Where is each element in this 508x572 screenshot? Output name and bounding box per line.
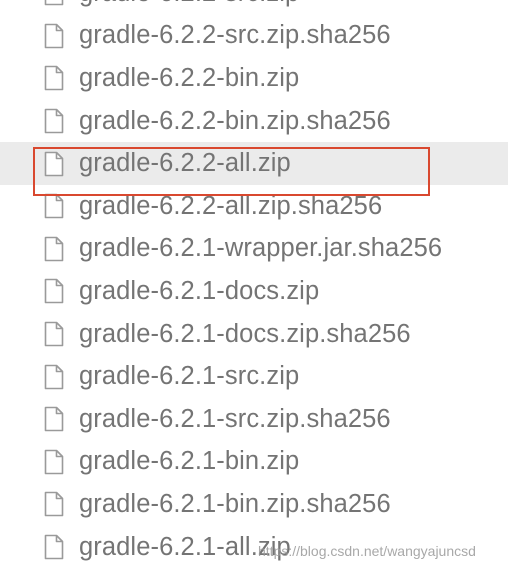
file-row[interactable]: gradle-6.2.2-src.zip.sha256 xyxy=(0,15,508,58)
file-icon xyxy=(44,491,64,517)
file-row[interactable]: gradle-6.2.2-bin.zip xyxy=(0,57,508,100)
file-icon xyxy=(44,193,64,219)
file-row[interactable]: gradle-6.2.2-bin.zip.sha256 xyxy=(0,100,508,143)
file-row[interactable]: gradle-6.2.2-all.zip.sha256 xyxy=(0,185,508,228)
file-icon xyxy=(44,321,64,347)
file-name-link[interactable]: gradle-6.2.1-src.zip xyxy=(79,362,299,391)
file-name-link[interactable]: gradle-6.2.1-bin.zip xyxy=(79,447,299,476)
file-icon xyxy=(44,279,64,304)
file-icon xyxy=(44,321,64,347)
watermark: https://blog.csdn.net/wangyajuncsd xyxy=(258,543,476,559)
file-icon xyxy=(44,534,64,560)
file-name-link[interactable]: gradle-6.2.2-src.zip.sha256 xyxy=(79,21,391,50)
file-icon xyxy=(44,66,64,91)
file-icon xyxy=(44,151,64,176)
file-row[interactable]: gradle-6.2.2-src.zip xyxy=(0,0,508,15)
file-icon xyxy=(44,193,64,219)
file-row[interactable]: gradle-6.2.1-wrapper.jar.sha256 xyxy=(0,228,508,271)
file-icon xyxy=(44,364,64,390)
file-icon xyxy=(44,65,64,91)
file-name-link[interactable]: gradle-6.2.2-bin.zip xyxy=(79,64,299,93)
file-row[interactable]: gradle-6.2.1-bin.zip xyxy=(0,441,508,484)
file-icon xyxy=(44,0,64,6)
file-icon xyxy=(44,23,64,49)
file-row[interactable]: gradle-6.2.2-all.zip xyxy=(0,142,508,185)
file-icon xyxy=(44,278,64,304)
file-name-link[interactable]: gradle-6.2.1-bin.zip.sha256 xyxy=(79,490,391,519)
file-row[interactable]: gradle-6.2.1-docs.zip.sha256 xyxy=(0,313,508,356)
file-row[interactable]: gradle-6.2.1-src.zip xyxy=(0,355,508,398)
file-icon xyxy=(44,108,64,134)
file-icon xyxy=(44,236,64,262)
file-icon xyxy=(44,406,64,432)
file-icon xyxy=(44,449,64,475)
file-icon xyxy=(44,151,64,177)
file-icon xyxy=(44,406,64,432)
file-row[interactable]: gradle-6.2.1-src.zip.sha256 xyxy=(0,398,508,441)
file-name-link[interactable]: gradle-6.2.1-docs.zip.sha256 xyxy=(79,320,411,349)
file-icon xyxy=(44,534,64,560)
file-icon xyxy=(44,0,64,6)
file-icon xyxy=(44,364,64,389)
file-name-link[interactable]: gradle-6.2.1-wrapper.jar.sha256 xyxy=(79,234,442,263)
file-icon xyxy=(44,449,64,475)
file-row[interactable]: gradle-6.2.1-docs.zip xyxy=(0,270,508,313)
file-name-link[interactable]: gradle-6.2.2-src.zip xyxy=(79,0,299,8)
file-name-link[interactable]: gradle-6.2.2-all.zip.sha256 xyxy=(79,192,382,221)
file-name-link[interactable]: gradle-6.2.2-bin.zip.sha256 xyxy=(79,107,391,136)
file-name-link[interactable]: gradle-6.2.1-docs.zip xyxy=(79,277,319,306)
file-icon xyxy=(44,492,64,517)
file-row[interactable]: gradle-6.2.1-bin.zip.sha256 xyxy=(0,483,508,526)
file-name-link[interactable]: gradle-6.2.1-src.zip.sha256 xyxy=(79,405,391,434)
file-name-link[interactable]: gradle-6.2.2-all.zip xyxy=(79,149,291,178)
file-icon xyxy=(44,236,64,262)
file-list: gradle-6.2.2-src.zip gradle-6.2.2-src.zip… xyxy=(0,0,508,568)
file-icon xyxy=(44,108,64,134)
file-icon xyxy=(44,23,64,49)
